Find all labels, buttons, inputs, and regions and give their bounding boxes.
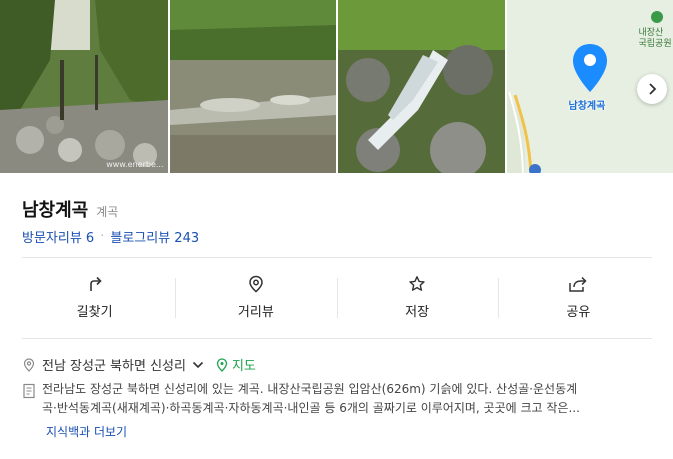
street-view-label: 거리뷰 bbox=[237, 304, 274, 320]
blog-reviews-link[interactable]: 블로그리뷰 243 bbox=[110, 227, 199, 246]
share-label: 공유 bbox=[566, 304, 591, 320]
save-label: 저장 bbox=[405, 304, 430, 320]
location-icon bbox=[23, 357, 35, 372]
visitor-reviews-link[interactable]: 방문자리뷰 6 bbox=[22, 227, 94, 246]
chevron-right-icon bbox=[649, 83, 657, 95]
gallery-next-button[interactable] bbox=[637, 74, 667, 104]
photo-watermark: www.enerbe... bbox=[106, 160, 164, 169]
directions-icon bbox=[89, 276, 102, 291]
place-category: 계곡 bbox=[96, 205, 119, 219]
street-view-button[interactable]: 거리뷰 bbox=[175, 270, 336, 324]
directions-button[interactable]: 길찾기 bbox=[14, 270, 175, 324]
map-pin-label: 남창계곡 bbox=[568, 101, 606, 112]
star-icon bbox=[409, 275, 425, 291]
action-bar: 길찾기 거리뷰 저장 공유 bbox=[14, 270, 659, 324]
knowledge-more-link[interactable]: 지식백과 더보기 bbox=[46, 423, 127, 440]
waterfall-image bbox=[338, 0, 505, 173]
address-text: 전남 장성군 북하면 신성리 bbox=[42, 359, 186, 374]
address-expand-button[interactable] bbox=[192, 360, 204, 370]
map-link-label: 지도 bbox=[231, 359, 256, 374]
map-pin-icon bbox=[572, 44, 607, 92]
map-marker-icon bbox=[216, 357, 228, 372]
share-icon bbox=[569, 276, 587, 292]
map-park-label: 내장산 국립공원 bbox=[638, 28, 672, 49]
forest-valley-image bbox=[0, 0, 168, 173]
place-header: 남창계곡 계곡 bbox=[22, 196, 118, 222]
address-row: 전남 장성군 북하면 신성리 지도 bbox=[22, 355, 256, 374]
share-button[interactable]: 공유 bbox=[497, 270, 659, 324]
photo-waterfall[interactable] bbox=[338, 0, 505, 173]
chevron-down-icon bbox=[192, 361, 204, 368]
save-button[interactable]: 저장 bbox=[336, 270, 498, 324]
photo-stream[interactable] bbox=[169, 0, 336, 173]
description-line-1: 전라남도 장성군 북하면 신성리에 있는 계곡. 내장산국립공원 입암산(626… bbox=[42, 382, 578, 396]
description-block: 전라남도 장성군 북하면 신성리에 있는 계곡. 내장산국립공원 입암산(626… bbox=[22, 380, 654, 418]
divider bbox=[22, 257, 652, 258]
description-line-2: 곡·반석동계곡(새재계곡)·하곡동계곡·자하동계곡·내인골 등 6개의 골짜기로… bbox=[42, 401, 580, 415]
map-link[interactable]: 지도 bbox=[216, 355, 256, 374]
document-icon bbox=[23, 383, 35, 399]
photo-gallery: www.enerbe... 내장산 국립공원 남창계곡 bbox=[0, 0, 673, 173]
location-pin-icon bbox=[249, 275, 263, 292]
place-title: 남창계곡 bbox=[22, 200, 89, 221]
directions-label: 길찾기 bbox=[76, 304, 113, 320]
description-text: 전라남도 장성군 북하면 신성리에 있는 계곡. 내장산국립공원 입암산(626… bbox=[42, 380, 654, 418]
divider bbox=[22, 338, 652, 339]
separator-dot: · bbox=[100, 229, 105, 244]
review-links: 방문자리뷰 6 · 블로그리뷰 243 bbox=[22, 227, 199, 246]
stream-image bbox=[169, 0, 336, 173]
photo-forest-valley[interactable]: www.enerbe... bbox=[0, 0, 168, 173]
